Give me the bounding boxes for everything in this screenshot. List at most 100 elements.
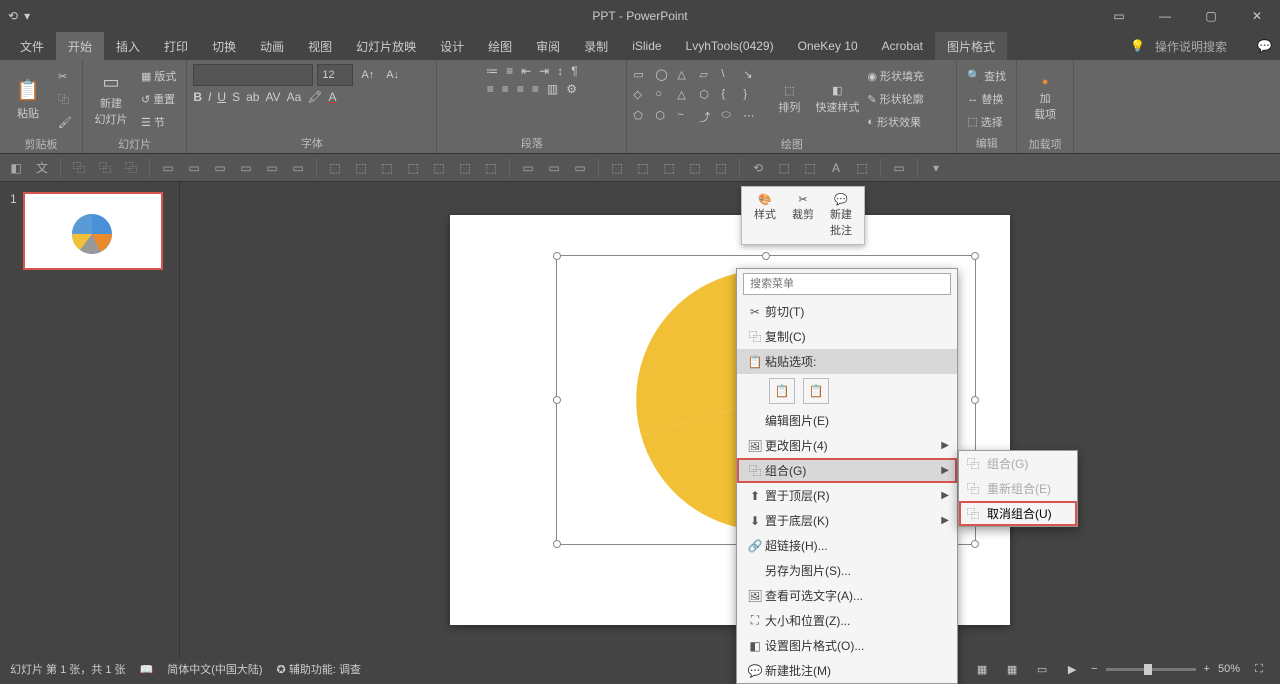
tb2-btn13[interactable]: ⬚ <box>403 158 423 178</box>
copy-button[interactable]: ⿻ <box>54 88 76 110</box>
tb2-btn27[interactable]: ⬚ <box>800 158 820 178</box>
tb2-btn7[interactable]: ▭ <box>236 158 256 178</box>
tab-file[interactable]: 文件 <box>8 32 56 60</box>
tab-slideshow[interactable]: 幻灯片放映 <box>344 32 428 60</box>
ctx-size-position[interactable]: ⛶大小和位置(Z)... <box>737 608 957 633</box>
tb2-btn8[interactable]: ▭ <box>262 158 282 178</box>
tab-picture-format[interactable]: 图片格式 <box>935 32 1007 60</box>
zoom-out-button[interactable]: − <box>1091 663 1097 675</box>
tb2-btn12[interactable]: ⬚ <box>377 158 397 178</box>
tb2-text-icon[interactable]: 文 <box>32 158 52 178</box>
ctx-format-picture[interactable]: ◧设置图片格式(O)... <box>737 633 957 658</box>
tb2-btn4[interactable]: ▭ <box>158 158 178 178</box>
ctx-save-as-picture[interactable]: 另存为图片(S)... <box>737 558 957 583</box>
ctx-send-back[interactable]: ⬇置于底层(K)▶ <box>737 508 957 533</box>
numbering-icon[interactable]: ≡ <box>506 64 513 78</box>
mini-style-button[interactable]: 🎨样式 <box>748 191 782 240</box>
tab-islide[interactable]: iSlide <box>620 32 673 60</box>
line-spacing-icon[interactable]: ↕ <box>557 64 563 78</box>
handle-n[interactable] <box>762 252 770 260</box>
tb2-btn26[interactable]: ⬚ <box>774 158 794 178</box>
tb2-btn17[interactable]: ▭ <box>518 158 538 178</box>
handle-se[interactable] <box>971 540 979 548</box>
tb2-btn11[interactable]: ⬚ <box>351 158 371 178</box>
slide-thumbnail-1[interactable] <box>23 192 163 270</box>
addins-button[interactable]: ●加 载项 <box>1023 64 1067 134</box>
slideshow-view-icon[interactable]: ▶ <box>1061 660 1083 678</box>
tb2-color-icon[interactable]: ◧ <box>6 158 26 178</box>
tab-view[interactable]: 视图 <box>296 32 344 60</box>
layout-button[interactable]: ▦版式 <box>137 65 180 87</box>
zoom-level[interactable]: 50% <box>1218 663 1240 675</box>
grow-font-icon[interactable]: A↑ <box>357 64 378 86</box>
shapes-gallery[interactable]: ▭◯△▱\↘ ◇○△⬡{} ⬠⬡~⤴⬭⋯ <box>633 68 763 130</box>
tb2-btn2[interactable]: ⿻ <box>95 158 115 178</box>
columns-icon[interactable]: ▥ <box>547 82 558 96</box>
handle-w[interactable] <box>553 396 561 404</box>
tb2-btn22[interactable]: ⬚ <box>659 158 679 178</box>
ctx-group[interactable]: ⿻组合(G)▶ <box>737 458 957 483</box>
autosave-icon[interactable]: ⟲ <box>8 9 18 23</box>
tb2-btn9[interactable]: ▭ <box>288 158 308 178</box>
handle-sw[interactable] <box>553 540 561 548</box>
ctx-new-comment[interactable]: 💬新建批注(M) <box>737 658 957 683</box>
help-icon[interactable]: 💡 <box>1130 39 1145 53</box>
underline-button[interactable]: U <box>217 90 226 104</box>
tab-transitions[interactable]: 切换 <box>200 32 248 60</box>
tab-record[interactable]: 录制 <box>572 32 620 60</box>
italic-button[interactable]: I <box>208 90 211 104</box>
tb2-btn16[interactable]: ⬚ <box>481 158 501 178</box>
ctx-edit-picture[interactable]: 编辑图片(E) <box>737 408 957 433</box>
tab-onekey[interactable]: OneKey 10 <box>786 32 870 60</box>
close-button[interactable]: ✕ <box>1234 0 1280 32</box>
shape-fill-button[interactable]: ◉形状填充 <box>863 65 928 87</box>
quick-styles-button[interactable]: ◧快速样式 <box>815 64 859 134</box>
reading-view-icon[interactable]: ▭ <box>1031 660 1053 678</box>
tb2-btn30[interactable]: ▭ <box>889 158 909 178</box>
font-color-button[interactable]: A <box>328 90 336 104</box>
font-size-combo[interactable]: 12 <box>317 64 353 86</box>
text-dir-icon[interactable]: ¶ <box>571 64 577 78</box>
tb2-btn6[interactable]: ▭ <box>210 158 230 178</box>
tab-print[interactable]: 打印 <box>152 32 200 60</box>
align-center-icon[interactable]: ≡ <box>502 82 509 96</box>
tell-me[interactable]: 操作说明搜索 <box>1155 38 1227 55</box>
font-family-combo[interactable] <box>193 64 313 86</box>
tb2-btn28[interactable]: A <box>826 158 846 178</box>
shape-outline-button[interactable]: ✎形状轮廓 <box>863 88 928 110</box>
paste-button[interactable]: 📋 粘贴 <box>6 64 50 134</box>
handle-nw[interactable] <box>553 252 561 260</box>
reset-button[interactable]: ↺重置 <box>137 88 180 110</box>
menu-search-input[interactable] <box>743 273 951 295</box>
tab-lvyhtools[interactable]: LvyhTools(0429) <box>674 32 786 60</box>
ctx-alt-text[interactable]: 🖼查看可选文字(A)... <box>737 583 957 608</box>
indent-inc-icon[interactable]: ⇥ <box>539 64 549 78</box>
new-slide-button[interactable]: ▭ 新建 幻灯片 <box>89 64 133 134</box>
mini-comment-button[interactable]: 💬新建 批注 <box>824 191 858 240</box>
tb2-btn21[interactable]: ⬚ <box>633 158 653 178</box>
select-button[interactable]: ⬚选择 <box>963 111 1010 133</box>
minimize-button[interactable]: — <box>1142 0 1188 32</box>
tb2-btn19[interactable]: ▭ <box>570 158 590 178</box>
tb2-btn23[interactable]: ⬚ <box>685 158 705 178</box>
slide-canvas-area[interactable]: ⟲ <box>180 182 1280 658</box>
ctx-cut[interactable]: ✂剪切(T) <box>737 299 957 324</box>
sub-ungroup[interactable]: ⿻取消组合(U) <box>959 501 1077 526</box>
bold-button[interactable]: B <box>193 90 202 104</box>
tb2-btn18[interactable]: ▭ <box>544 158 564 178</box>
tab-insert[interactable]: 插入 <box>104 32 152 60</box>
tb2-btn14[interactable]: ⬚ <box>429 158 449 178</box>
tb2-btn3[interactable]: ⿻ <box>121 158 141 178</box>
ctx-change-picture[interactable]: 🖼更改图片(4)▶ <box>737 433 957 458</box>
arrange-button[interactable]: ⬚排列 <box>767 64 811 134</box>
tb2-btn25[interactable]: ⟲ <box>748 158 768 178</box>
align-left-icon[interactable]: ≡ <box>487 82 494 96</box>
mini-crop-button[interactable]: ✂裁剪 <box>786 191 820 240</box>
tb2-btn29[interactable]: ⬚ <box>852 158 872 178</box>
ctx-bring-front[interactable]: ⬆置于顶层(R)▶ <box>737 483 957 508</box>
smartart-icon[interactable]: ⚙ <box>566 82 577 96</box>
comments-icon[interactable]: 💬 <box>1257 39 1272 53</box>
justify-icon[interactable]: ≡ <box>532 82 539 96</box>
ctx-copy[interactable]: ⿻复制(C) <box>737 324 957 349</box>
ribbon-display-icon[interactable]: ▭ <box>1096 0 1142 32</box>
